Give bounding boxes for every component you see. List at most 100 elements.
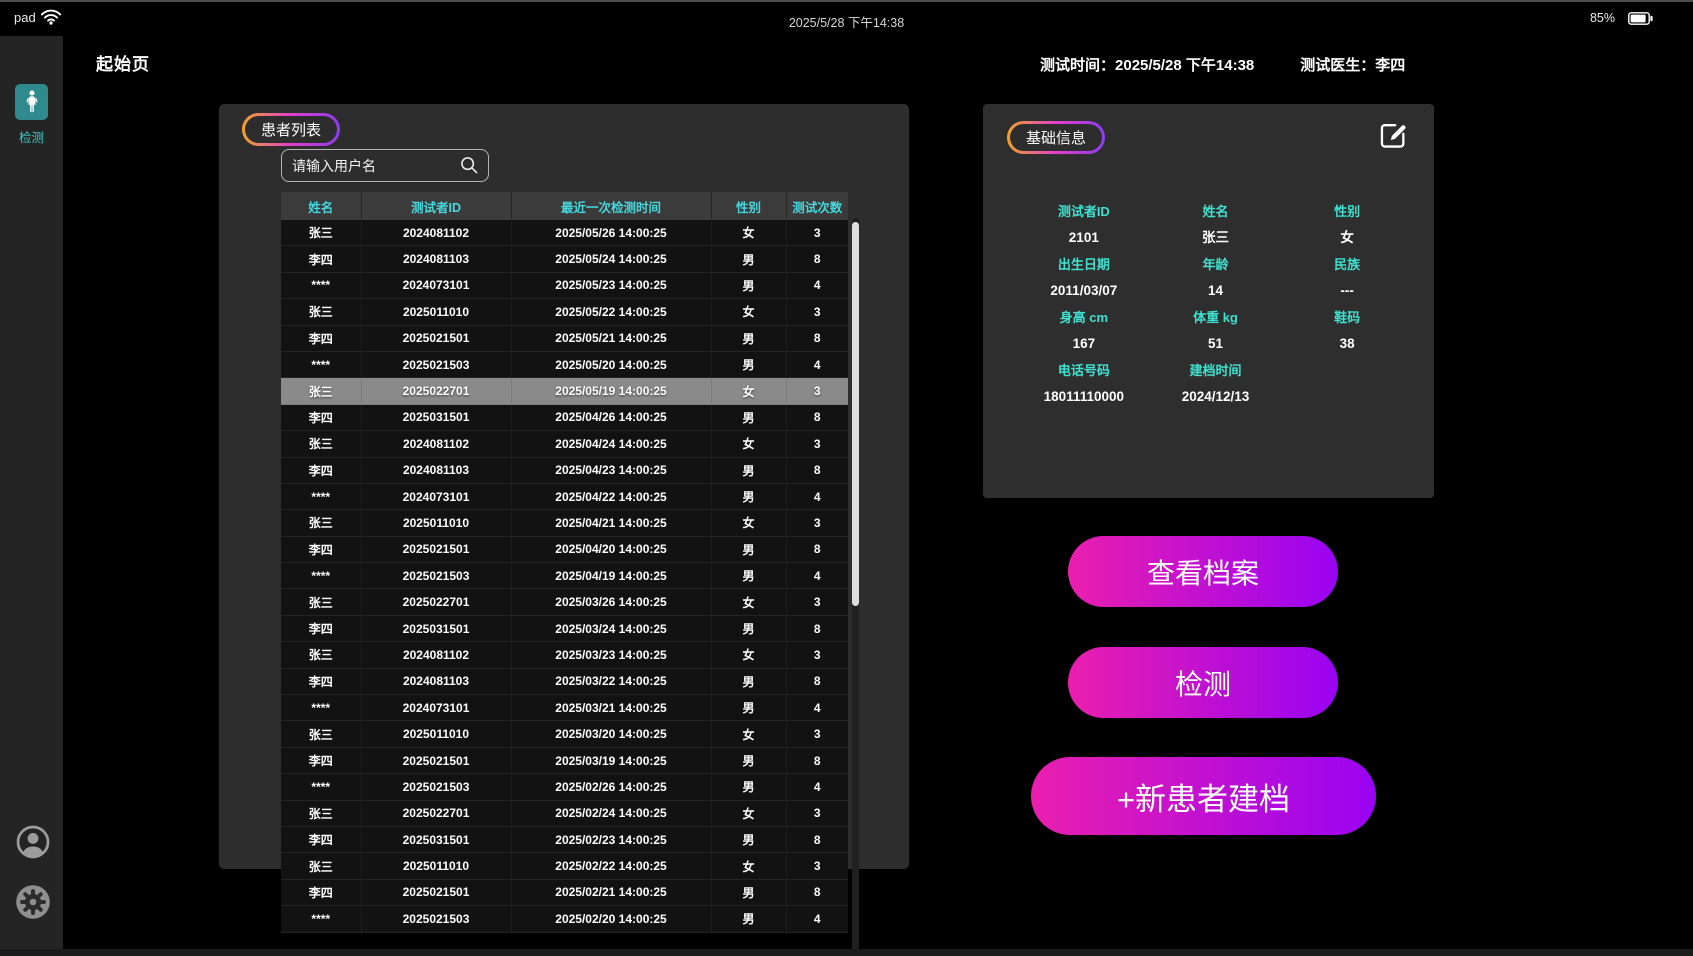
cell-name: 李四 bbox=[281, 457, 361, 483]
table-row[interactable]: **** 2025021503 2025/02/20 14:00:25 男 4 bbox=[281, 906, 848, 932]
table-row[interactable]: 李四 2025031501 2025/02/23 14:00:25 男 8 bbox=[281, 826, 848, 852]
cell-name: 张三 bbox=[281, 378, 361, 404]
cell-test-count: 8 bbox=[786, 615, 848, 641]
info-field: 民族--- bbox=[1281, 257, 1413, 299]
cell-gender: 男 bbox=[711, 325, 786, 351]
cell-last-test-time: 2025/02/23 14:00:25 bbox=[511, 826, 711, 852]
table-row[interactable]: 张三 2024081102 2025/05/26 14:00:25 女 3 bbox=[281, 220, 848, 246]
cell-gender: 男 bbox=[711, 695, 786, 721]
cell-last-test-time: 2025/05/23 14:00:25 bbox=[511, 272, 711, 298]
cell-id: 2024081102 bbox=[361, 431, 511, 457]
table-row[interactable]: 张三 2025011010 2025/03/20 14:00:25 女 3 bbox=[281, 721, 848, 747]
cell-id: 2025031501 bbox=[361, 615, 511, 641]
table-scrollbar-track[interactable] bbox=[852, 218, 859, 955]
table-row[interactable]: **** 2025021503 2025/02/26 14:00:25 男 4 bbox=[281, 774, 848, 800]
cell-gender: 男 bbox=[711, 536, 786, 562]
cell-last-test-time: 2025/03/20 14:00:25 bbox=[511, 721, 711, 747]
cell-gender: 女 bbox=[711, 853, 786, 879]
cell-test-count: 4 bbox=[786, 483, 848, 509]
doctor-value: 李四 bbox=[1375, 57, 1405, 74]
cell-id: 2025011010 bbox=[361, 299, 511, 325]
cell-name: **** bbox=[281, 563, 361, 589]
table-row[interactable]: 张三 2024081102 2025/03/23 14:00:25 女 3 bbox=[281, 642, 848, 668]
table-row[interactable]: 张三 2025011010 2025/02/22 14:00:25 女 3 bbox=[281, 853, 848, 879]
cell-gender: 男 bbox=[711, 457, 786, 483]
detect-button[interactable]: 检测 bbox=[1068, 647, 1338, 718]
cell-id: 2024073101 bbox=[361, 483, 511, 509]
info-field-value: 18011110000 bbox=[1018, 389, 1150, 405]
table-row[interactable]: 李四 2025021501 2025/03/19 14:00:25 男 8 bbox=[281, 747, 848, 773]
table-row[interactable]: 李四 2025021501 2025/04/20 14:00:25 男 8 bbox=[281, 536, 848, 562]
cell-test-count: 3 bbox=[786, 299, 848, 325]
table-row[interactable]: 李四 2025031501 2025/04/26 14:00:25 男 8 bbox=[281, 404, 848, 430]
edit-pencil-icon bbox=[1376, 140, 1410, 155]
cell-gender: 男 bbox=[711, 404, 786, 430]
cell-last-test-time: 2025/05/21 14:00:25 bbox=[511, 325, 711, 351]
cell-id: 2025021503 bbox=[361, 906, 511, 932]
info-field: 性别女 bbox=[1281, 204, 1413, 246]
info-field-label: 身高 cm bbox=[1018, 310, 1150, 326]
info-field-label: 体重 kg bbox=[1150, 310, 1282, 326]
cell-id: 2025021503 bbox=[361, 563, 511, 589]
table-row[interactable]: 李四 2024081103 2025/05/24 14:00:25 男 8 bbox=[281, 246, 848, 272]
gear-icon[interactable] bbox=[15, 884, 51, 925]
info-field-label: 姓名 bbox=[1150, 204, 1282, 220]
table-row[interactable]: 李四 2024081103 2025/04/23 14:00:25 男 8 bbox=[281, 457, 848, 483]
cell-id: 2025022701 bbox=[361, 378, 511, 404]
cell-name: 李四 bbox=[281, 747, 361, 773]
cell-test-count: 3 bbox=[786, 220, 848, 246]
table-row[interactable]: 张三 2024081102 2025/04/24 14:00:25 女 3 bbox=[281, 431, 848, 457]
cell-gender: 女 bbox=[711, 589, 786, 615]
sidebar-item-detect[interactable]: 检测 bbox=[0, 84, 63, 146]
cell-id: 2024081103 bbox=[361, 246, 511, 272]
cell-gender: 女 bbox=[711, 299, 786, 325]
test-time-value: 2025/5/28 下午14:38 bbox=[1115, 57, 1254, 74]
table-row[interactable]: 李四 2024081103 2025/03/22 14:00:25 男 8 bbox=[281, 668, 848, 694]
info-field-value: 2024/12/13 bbox=[1150, 389, 1282, 405]
cell-id: 2025021501 bbox=[361, 536, 511, 562]
table-row[interactable]: 张三 2025022701 2025/03/26 14:00:25 女 3 bbox=[281, 589, 848, 615]
table-row[interactable]: 张三 2025011010 2025/04/21 14:00:25 女 3 bbox=[281, 510, 848, 536]
sidebar-item-label: 检测 bbox=[0, 127, 63, 146]
info-field-label: 测试者ID bbox=[1018, 204, 1150, 220]
table-row[interactable]: **** 2025021503 2025/04/19 14:00:25 男 4 bbox=[281, 563, 848, 589]
table-row[interactable]: 张三 2025022701 2025/02/24 14:00:25 女 3 bbox=[281, 800, 848, 826]
info-field-value: 14 bbox=[1150, 283, 1282, 299]
cell-id: 2024081103 bbox=[361, 457, 511, 483]
new-patient-button[interactable]: +新患者建档 bbox=[1031, 757, 1376, 835]
cell-name: **** bbox=[281, 906, 361, 932]
cell-test-count: 8 bbox=[786, 404, 848, 430]
cell-gender: 女 bbox=[711, 431, 786, 457]
table-row[interactable]: 李四 2025021501 2025/02/21 14:00:25 男 8 bbox=[281, 879, 848, 905]
cell-last-test-time: 2025/05/26 14:00:25 bbox=[511, 220, 711, 246]
edit-patient-button[interactable] bbox=[1376, 118, 1410, 152]
col-name: 姓名 bbox=[281, 192, 361, 220]
cell-test-count: 3 bbox=[786, 853, 848, 879]
table-row[interactable]: 张三 2025011010 2025/05/22 14:00:25 女 3 bbox=[281, 299, 848, 325]
battery-percent: 85% bbox=[1590, 11, 1615, 25]
search-icon[interactable] bbox=[459, 155, 479, 180]
info-field: 年龄14 bbox=[1150, 257, 1282, 299]
table-scrollbar-thumb[interactable] bbox=[852, 222, 859, 606]
info-field-label: 电话号码 bbox=[1018, 363, 1150, 379]
cell-id: 2025011010 bbox=[361, 853, 511, 879]
cell-gender: 女 bbox=[711, 800, 786, 826]
patient-list-badge: 患者列表 bbox=[242, 113, 340, 146]
table-row[interactable]: 李四 2025031501 2025/03/24 14:00:25 男 8 bbox=[281, 615, 848, 641]
table-row[interactable]: 李四 2025021501 2025/05/21 14:00:25 男 8 bbox=[281, 325, 848, 351]
cell-last-test-time: 2025/03/26 14:00:25 bbox=[511, 589, 711, 615]
table-row[interactable]: **** 2024073101 2025/05/23 14:00:25 男 4 bbox=[281, 272, 848, 298]
cell-last-test-time: 2025/04/20 14:00:25 bbox=[511, 536, 711, 562]
view-archive-button[interactable]: 查看档案 bbox=[1068, 536, 1338, 607]
cell-name: **** bbox=[281, 351, 361, 377]
cell-test-count: 4 bbox=[786, 351, 848, 377]
table-row[interactable]: **** 2024073101 2025/04/22 14:00:25 男 4 bbox=[281, 483, 848, 509]
search-input[interactable] bbox=[281, 149, 489, 182]
user-profile-icon[interactable] bbox=[15, 824, 51, 865]
cell-last-test-time: 2025/03/22 14:00:25 bbox=[511, 668, 711, 694]
table-row[interactable]: 张三 2025022701 2025/05/19 14:00:25 女 3 bbox=[281, 378, 848, 404]
cell-id: 2025031501 bbox=[361, 404, 511, 430]
table-row[interactable]: **** 2025021503 2025/05/20 14:00:25 男 4 bbox=[281, 351, 848, 377]
table-row[interactable]: **** 2024073101 2025/03/21 14:00:25 男 4 bbox=[281, 695, 848, 721]
cell-last-test-time: 2025/04/21 14:00:25 bbox=[511, 510, 711, 536]
